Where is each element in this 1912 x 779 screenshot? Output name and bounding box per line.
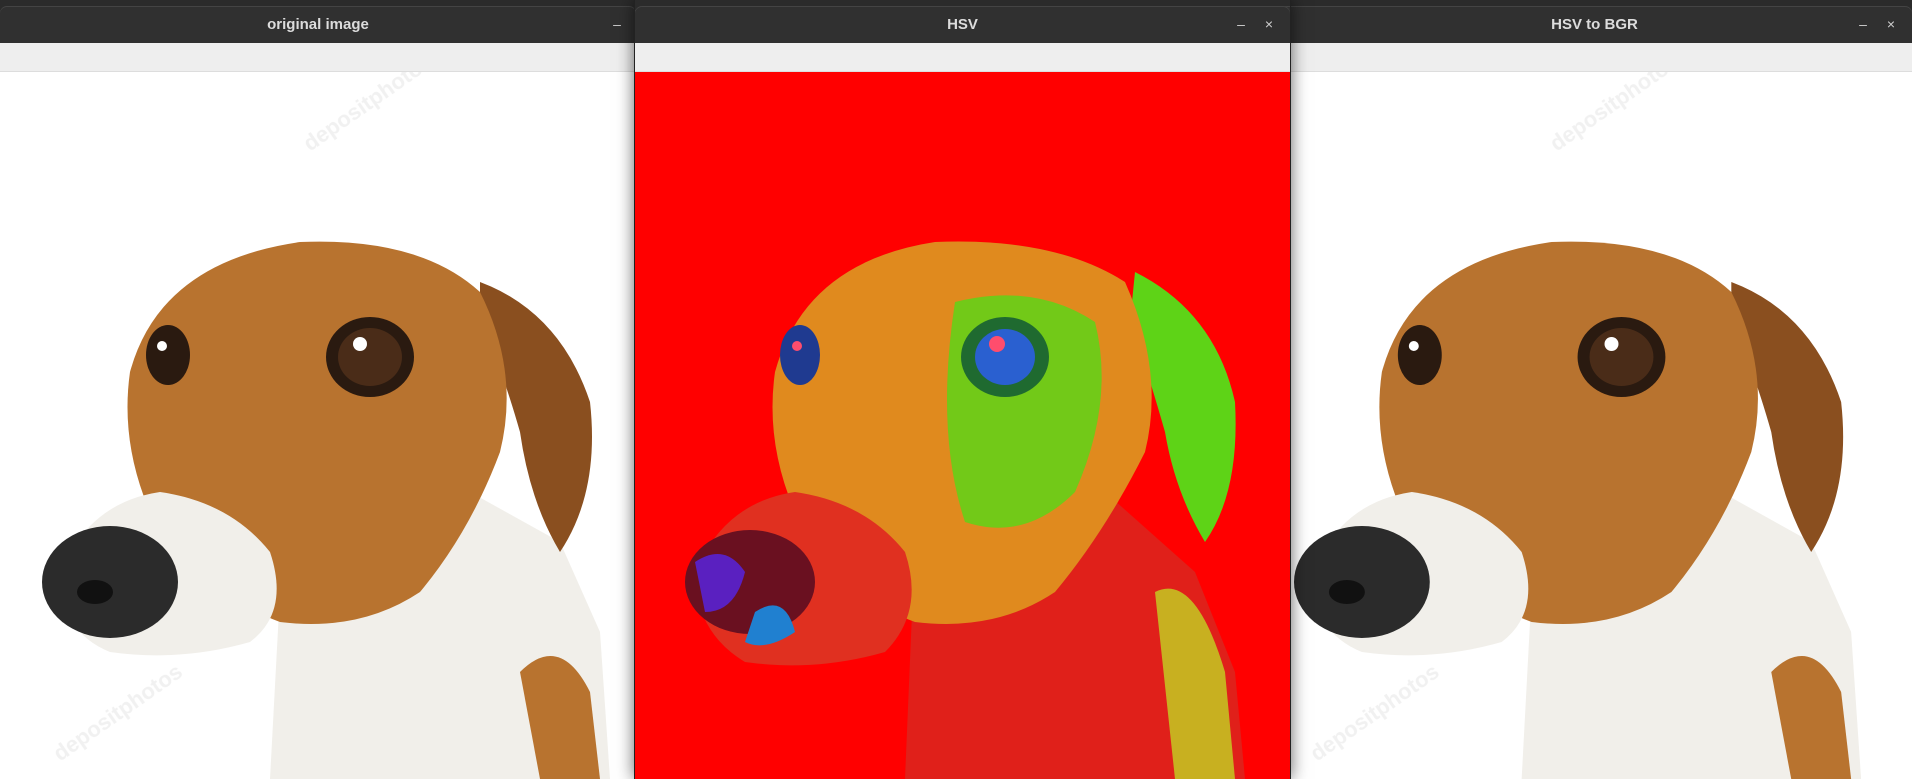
window-toolbar — [1277, 43, 1912, 72]
close-button[interactable]: × — [1256, 6, 1282, 43]
dog-photo-hsv — [635, 72, 1290, 779]
dog-photo-original: depositphotos depositphotos depositphoto… — [0, 72, 636, 779]
dog-photo-converted: depositphotos depositphotos depositphoto… — [1277, 72, 1912, 779]
window-title: HSV to BGR — [1551, 16, 1638, 33]
window-hsv: HSV – × — [634, 0, 1291, 779]
window-toolbar — [0, 43, 636, 72]
window-title: HSV — [947, 16, 978, 33]
title-bar[interactable]: HSV to BGR – × — [1277, 6, 1912, 43]
window-original-image: original image – depositphotos depositph… — [0, 0, 636, 779]
image-canvas: depositphotos depositphotos depositphoto… — [1277, 72, 1912, 779]
window-title: original image — [267, 16, 369, 33]
title-bar[interactable]: HSV – × — [635, 6, 1290, 43]
minimize-button[interactable]: – — [1228, 6, 1254, 43]
close-button[interactable]: × — [1878, 6, 1904, 43]
window-hsv-to-bgr: HSV to BGR – × depositphotos depositphot… — [1277, 0, 1912, 779]
minimize-button[interactable]: – — [604, 6, 630, 43]
title-bar[interactable]: original image – — [0, 6, 636, 43]
image-canvas — [635, 72, 1290, 779]
window-toolbar — [635, 43, 1290, 72]
minimize-button[interactable]: – — [1850, 6, 1876, 43]
image-canvas: depositphotos depositphotos depositphoto… — [0, 72, 636, 779]
